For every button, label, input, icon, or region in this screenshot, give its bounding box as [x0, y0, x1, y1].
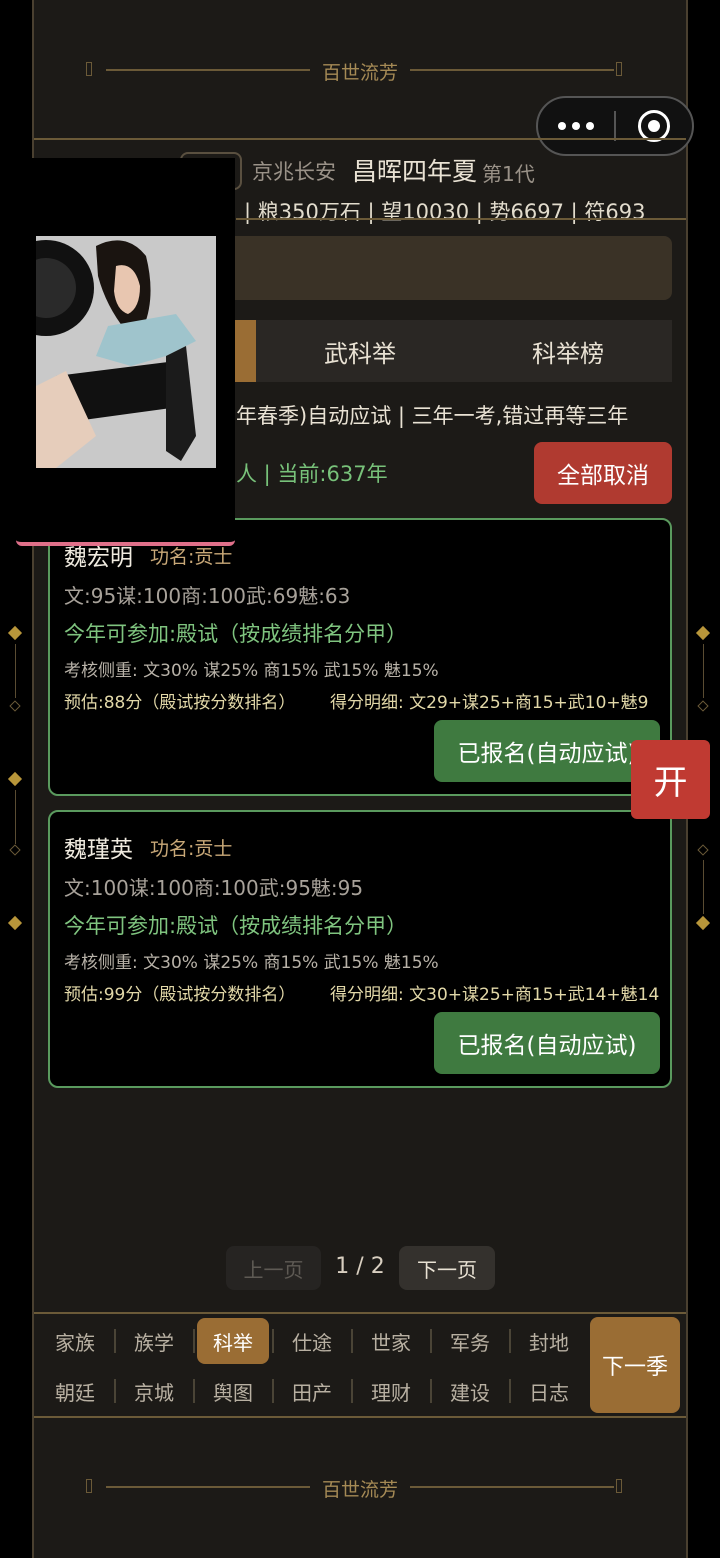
candidate-rank: 功名:贡士 — [150, 838, 233, 860]
generation-label: 第1代 — [482, 162, 535, 186]
candidate-card: 魏瑾英 功名:贡士 文:100谋:100商:100武:95魅:95 今年可参加:… — [48, 810, 672, 1088]
tab-military-exam[interactable]: 武科举 — [256, 320, 464, 382]
location-label: 京兆长安 — [252, 160, 336, 184]
nav-item-clan-school[interactable]: 族学 — [115, 1318, 193, 1364]
header-decoration: 百世流芳 — [0, 50, 720, 90]
nav-item-family[interactable]: 家族 — [36, 1318, 114, 1364]
next-page-button[interactable]: 下一页 — [399, 1246, 495, 1290]
nav-item-capital[interactable]: 京城 — [115, 1368, 193, 1414]
nav-item-nobles[interactable]: 世家 — [352, 1318, 430, 1364]
right-side-decoration — [695, 625, 711, 931]
footer-title: 百世流芳 — [321, 1479, 398, 1501]
exam-rule-text: 年春季)自动应试 | 三年一考,错过再等三年 — [236, 404, 629, 428]
score-estimate: 预估:99分（殿试按分数排名） — [64, 985, 296, 1005]
bottom-nav: 家族 族学 科举 仕途 世家 军务 封地 朝廷 京城 舆图 田产 理财 建设 日… — [34, 1312, 686, 1418]
score-detail: 得分明细: 文30+谋25+商15+武14+魅14 — [330, 985, 660, 1005]
exam-weights: 考核侧重: 文30% 谋25% 商15% 武15% 魅15% — [64, 953, 439, 973]
candidate-eligibility: 今年可参加:殿试（按成绩排名分甲） — [64, 622, 408, 646]
nav-item-map[interactable]: 舆图 — [194, 1368, 272, 1414]
nav-item-exam[interactable]: 科举 — [197, 1318, 269, 1364]
nav-item-court[interactable]: 朝廷 — [36, 1368, 114, 1414]
nav-item-career[interactable]: 仕途 — [273, 1318, 351, 1364]
footer-decoration: 百世流芳 — [0, 1467, 720, 1507]
miniprogram-capsule[interactable] — [536, 96, 694, 156]
candidate-name: 魏瑾英 — [64, 837, 133, 863]
pagination: 上一页 1 / 2 下一页 — [0, 1246, 720, 1290]
stats-divider — [236, 218, 686, 220]
floating-photo-overlay[interactable] — [16, 158, 235, 546]
exam-weights: 考核侧重: 文30% 谋25% 商15% 武15% 魅15% — [64, 661, 439, 681]
score-detail: 得分明细: 文29+谋25+商15+武10+魅9 — [330, 693, 649, 713]
candidate-attributes: 文:95谋:100商:100武:69魅:63 — [64, 584, 351, 608]
registered-button[interactable]: 已报名(自动应试) — [434, 1012, 660, 1074]
score-estimate: 预估:88分（殿试按分数排名） — [64, 693, 296, 713]
nav-item-log[interactable]: 日志 — [510, 1368, 588, 1414]
resource-stats: | 粮350万石 | 望10030 | 势6697 | 符693 — [244, 200, 646, 224]
next-season-button[interactable]: 下一季 — [590, 1317, 680, 1413]
candidate-attributes: 文:100谋:100商:100武:95魅:95 — [64, 876, 364, 900]
page-indicator: 1 / 2 — [335, 1254, 385, 1279]
nav-item-military[interactable]: 军务 — [431, 1318, 509, 1364]
nav-item-fief[interactable]: 封地 — [510, 1318, 588, 1364]
prev-page-button[interactable]: 上一页 — [226, 1246, 321, 1290]
more-icon[interactable] — [538, 122, 614, 130]
header-divider — [34, 138, 686, 140]
era-label: 昌晖四年夏 — [352, 157, 478, 186]
nav-item-estate[interactable]: 田产 — [273, 1368, 351, 1414]
left-side-decoration — [7, 625, 23, 931]
cancel-all-button[interactable]: 全部取消 — [534, 442, 672, 504]
candidate-card: 魏宏明 功名:贡士 文:95谋:100商:100武:69魅:63 今年可参加:殿… — [48, 518, 672, 796]
portrait-photo — [36, 236, 216, 468]
header-title: 百世流芳 — [321, 62, 398, 84]
candidate-rank: 功名:贡士 — [150, 546, 233, 568]
candidate-eligibility: 今年可参加:殿试（按成绩排名分甲） — [64, 914, 408, 938]
exam-count-text: 人 | 当前:637年 — [236, 462, 388, 486]
registered-button[interactable]: 已报名(自动应试) — [434, 720, 660, 782]
nav-item-construction[interactable]: 建设 — [431, 1368, 509, 1414]
nav-item-finance[interactable]: 理财 — [352, 1368, 430, 1414]
tab-exam-ranking[interactable]: 科举榜 — [464, 320, 672, 382]
